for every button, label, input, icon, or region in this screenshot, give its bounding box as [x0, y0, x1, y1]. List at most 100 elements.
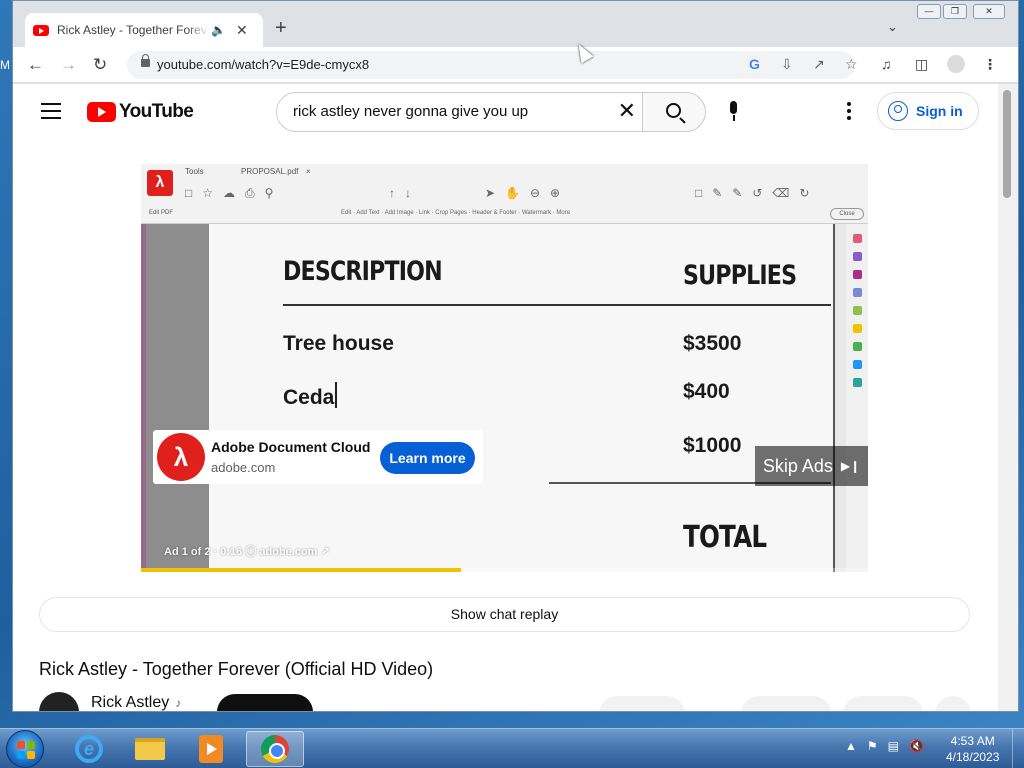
action-center-flag-icon[interactable]: ⚑: [867, 739, 878, 753]
channel-name[interactable]: Rick Astley: [91, 694, 169, 711]
google-lens-icon[interactable]: G: [749, 56, 760, 72]
row-price: $3500: [683, 332, 742, 355]
tool-icon: [853, 342, 862, 351]
ad-domain[interactable]: adobe.com: [211, 460, 275, 475]
speaker-icon[interactable]: 🔈: [211, 23, 226, 37]
system-tray: ▲ ⚑ ▤ 🔇: [845, 739, 924, 753]
network-icon[interactable]: ▤: [888, 739, 899, 753]
ad-progress-bar[interactable]: [141, 568, 868, 572]
pdf-tools-tab: Tools: [185, 167, 204, 176]
row-price: $400: [683, 380, 730, 403]
volume-muted-icon[interactable]: 🔇: [909, 739, 924, 753]
taskbar: e ▲ ⚑ ▤ 🔇 4:53 AM 4/18/2023: [0, 728, 1024, 768]
side-panel-icon[interactable]: ◫: [915, 56, 928, 73]
url-text[interactable]: youtube.com/watch?v=E9de-cmycx8: [157, 57, 369, 72]
account-icon: [888, 101, 908, 121]
taskbar-internet-explorer[interactable]: e: [60, 731, 118, 767]
pdf-edit-tools: Edit · Add Text · Add Image · Link · Cro…: [341, 210, 571, 216]
tray-expand-icon[interactable]: ▲: [845, 739, 857, 753]
reload-icon[interactable]: ↻: [93, 55, 107, 75]
share-icon[interactable]: ↗: [813, 56, 825, 73]
ad-title[interactable]: Adobe Document Cloud: [211, 439, 370, 455]
sign-in-button[interactable]: Sign in: [877, 92, 979, 130]
profile-avatar-icon[interactable]: [947, 55, 965, 73]
folder-icon: [135, 738, 165, 760]
tool-icon: [853, 306, 862, 315]
external-link-icon[interactable]: ↗: [321, 546, 330, 558]
microphone-icon[interactable]: [726, 101, 740, 123]
install-app-icon[interactable]: ⇩: [781, 56, 793, 73]
clock-time: 4:53 AM: [950, 734, 995, 748]
clock[interactable]: 4:53 AM 4/18/2023: [946, 733, 999, 765]
new-tab-button[interactable]: +: [275, 17, 287, 40]
row-item-editing: Ceda: [283, 382, 338, 410]
forward-arrow-icon[interactable]: →: [60, 55, 77, 75]
address-bar[interactable]: youtube.com/watch?v=E9de-cmycx8 G ⇩ ↗ ☆: [127, 51, 858, 79]
acrobat-logo-icon: λ: [147, 170, 173, 196]
ad-overlay-card[interactable]: λ Adobe Document Cloud adobe.com Learn m…: [153, 430, 483, 484]
start-button[interactable]: [6, 730, 44, 768]
description-heading: DESCRIPTION: [283, 256, 443, 287]
youtube-play-icon: [87, 102, 116, 122]
ad-count: Ad 1 of 2: [164, 546, 211, 558]
like-button[interactable]: [599, 696, 685, 711]
show-desktop-button[interactable]: [1012, 729, 1024, 768]
page-scrollbar[interactable]: [998, 84, 1018, 711]
share-button[interactable]: [741, 696, 831, 711]
clear-search-icon[interactable]: ✕: [618, 99, 636, 123]
pdf-zoom-icons: ➤✋⊖⊕: [485, 186, 571, 200]
learn-more-button[interactable]: Learn more: [380, 442, 475, 474]
row-item-text: Ceda: [283, 386, 335, 409]
search-button[interactable]: [642, 92, 706, 132]
channel-avatar[interactable]: [39, 692, 79, 711]
channel-name-link[interactable]: Rick Astley ♪: [91, 694, 181, 711]
scrollbar-thumb[interactable]: [1003, 90, 1011, 198]
close-window-button[interactable]: ✕: [973, 4, 1005, 19]
youtube-logo-text: YouTube: [119, 101, 194, 122]
settings-kebab-icon[interactable]: [847, 102, 851, 123]
restore-button[interactable]: ❐: [943, 4, 967, 19]
info-icon[interactable]: ⓘ: [245, 546, 256, 558]
media-player-icon: [199, 735, 223, 763]
show-chat-replay-button[interactable]: Show chat replay: [39, 597, 970, 632]
lock-icon[interactable]: [141, 54, 150, 67]
pdf-close-button: Close: [830, 208, 864, 220]
total-heading: TOTAL: [683, 520, 767, 555]
browser-menu-icon[interactable]: ⋮: [983, 56, 997, 73]
chrome-icon: [261, 735, 289, 763]
pdf-comment-icons: □✎✎↺⌫↻: [695, 186, 820, 200]
video-player[interactable]: Tools PROPOSAL.pdf × λ □☆☁⎙⚲ ↑↓ ➤✋⊖⊕ □✎✎…: [141, 164, 868, 572]
subscribe-button[interactable]: [217, 694, 313, 711]
pdf-document-page: DESCRIPTION SUPPLIES Tree house $3500 Ce…: [209, 224, 835, 572]
youtube-logo[interactable]: YouTube: [87, 101, 194, 123]
skip-next-icon: ▶❙: [840, 459, 861, 473]
more-actions-button[interactable]: [935, 696, 971, 711]
ad-progress-fill: [141, 568, 461, 572]
search-input[interactable]: rick astley never gonna give you up ✕: [276, 92, 643, 132]
skip-ads-button[interactable]: Skip Ads ▶❙: [755, 446, 868, 486]
hamburger-menu-icon[interactable]: [41, 103, 61, 119]
tool-icon: [853, 234, 862, 243]
pdf-app-toolbar: Tools PROPOSAL.pdf × λ □☆☁⎙⚲ ↑↓ ➤✋⊖⊕ □✎✎…: [141, 164, 868, 224]
taskbar-file-explorer[interactable]: [121, 731, 179, 767]
back-arrow-icon[interactable]: ←: [27, 55, 44, 75]
tool-icon: [853, 378, 862, 387]
media-controls-icon[interactable]: ♫: [881, 56, 892, 72]
text-cursor: [335, 382, 338, 408]
browser-tab[interactable]: Rick Astley - Together Forever (Official…: [25, 13, 263, 47]
tool-icon: [853, 270, 862, 279]
header-rule: [283, 304, 831, 306]
search-query[interactable]: rick astley never gonna give you up: [293, 103, 528, 120]
ad-info-domain[interactable]: adobe.com: [259, 546, 317, 558]
ad-info-bar: Ad 1 of 2 · 0:16 ⓘ adobe.com ↗: [164, 546, 330, 558]
tab-close-icon[interactable]: ✕: [236, 22, 248, 39]
tab-search-chevron-icon[interactable]: ⌄: [887, 19, 898, 35]
download-button[interactable]: [843, 696, 923, 711]
taskbar-media-player[interactable]: [182, 731, 240, 767]
video-title: Rick Astley - Together Forever (Official…: [39, 659, 434, 679]
browser-window: Rick Astley - Together Forever (Official…: [12, 0, 1019, 712]
sign-in-label: Sign in: [916, 103, 963, 119]
bookmark-star-icon[interactable]: ☆: [845, 56, 858, 73]
minimize-button[interactable]: —: [917, 4, 941, 19]
taskbar-chrome[interactable]: [246, 731, 304, 767]
